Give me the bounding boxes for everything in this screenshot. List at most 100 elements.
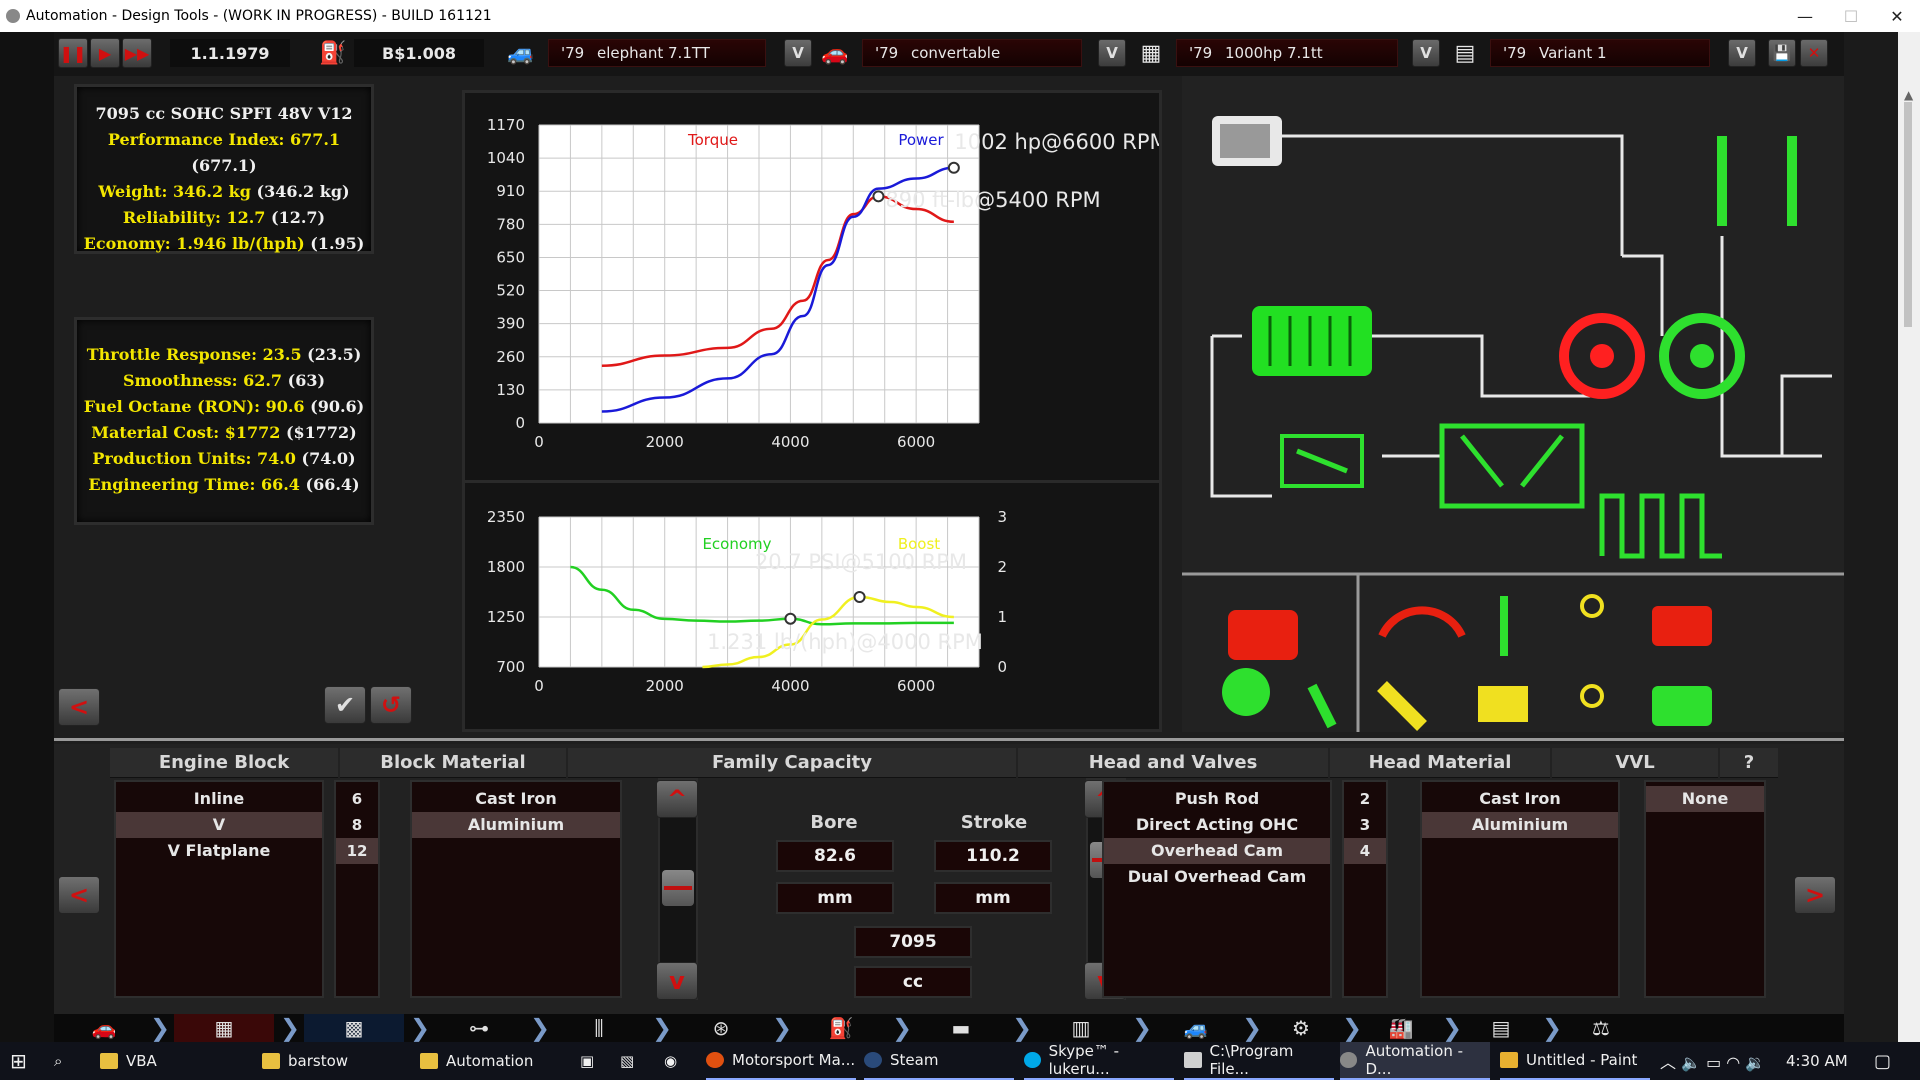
editor-next-button[interactable]: > — [1794, 876, 1836, 914]
car-trim-dropdown-button[interactable]: V — [1098, 39, 1126, 67]
nav-engine-family-icon[interactable]: ▦ — [174, 1014, 274, 1042]
peak-marker — [784, 612, 797, 625]
intercooler-icon — [1252, 306, 1372, 376]
engine-block-option[interactable]: V — [116, 812, 322, 838]
play-button[interactable]: ▶ — [90, 38, 120, 68]
bore-value: 82.6 — [776, 840, 894, 872]
undo-button[interactable]: ↺ — [370, 686, 412, 724]
engine-title: 7095 cc SOHC SPFI 48V V12 — [95, 104, 353, 123]
stat-fuel-octane: Fuel Octane (RON): 90.6 (90.6) — [83, 397, 365, 416]
nav-top-end-icon[interactable]: ⫼ — [554, 1014, 644, 1042]
car-model-dropdown-button[interactable]: V — [784, 39, 812, 67]
nav-engine-block-icon[interactable]: ▩ — [304, 1014, 404, 1042]
taskbar-chrome[interactable]: ◉ — [664, 1042, 694, 1080]
car-trim-select[interactable]: '79 convertable — [862, 39, 1082, 67]
x-tick-label: 0 — [534, 433, 544, 451]
folder-icon — [100, 1053, 118, 1069]
head-valves-option[interactable]: Dual Overhead Cam — [1104, 864, 1330, 890]
taskbar-item-skype[interactable]: Skype™ - lukeru... — [1024, 1042, 1174, 1080]
scrollbar[interactable]: ▲ — [1898, 32, 1920, 1042]
money-display: B$1.008 — [354, 39, 484, 67]
cylinder-count-list: 6 8 12 — [334, 780, 380, 998]
taskbar-item-barstow[interactable]: barstow — [262, 1042, 412, 1080]
y2-tick-label: 0 — [997, 658, 1007, 676]
annotation-label: 1.231 lb/(hph)@4000 RPM — [707, 630, 983, 654]
accept-button[interactable]: ✔ — [324, 686, 366, 724]
bore-slider-thumb[interactable] — [662, 870, 694, 906]
chevron-left-icon: < — [68, 881, 90, 909]
nav-exhaust-icon[interactable]: ▬ — [916, 1014, 1006, 1042]
y-tick-label: 2350 — [487, 508, 525, 526]
nav-test-icon[interactable]: ▥ — [1036, 1014, 1126, 1042]
bore-increase-button[interactable]: ^ — [656, 780, 698, 818]
back-button[interactable]: < — [58, 688, 100, 726]
head-material-option[interactable]: Cast Iron — [1422, 786, 1618, 812]
bore-decrease-button[interactable]: v — [656, 962, 698, 1000]
chrome-icon: ◉ — [664, 1052, 678, 1070]
head-valves-header: Head and Valves — [1018, 748, 1328, 778]
head-valves-option[interactable]: Overhead Cam — [1104, 838, 1330, 864]
taskbar-item-automation-app[interactable]: Automation - D... — [1340, 1042, 1490, 1080]
economy-boost-chart: 2350 1800 1250 700 0 2000 4000 6000 3 2 1 0 Economy B… — [462, 480, 1162, 732]
block-material-option[interactable]: Cast Iron — [412, 786, 620, 812]
start-button[interactable]: ⊞ — [10, 1042, 40, 1080]
search-button[interactable]: ⌕ — [54, 1042, 84, 1080]
cylinder-count-option[interactable]: 12 — [336, 838, 378, 864]
cylinder-count-option[interactable]: 8 — [336, 812, 378, 838]
fast-forward-button[interactable]: ▶▶ — [122, 38, 152, 68]
valves-count-option[interactable]: 2 — [1344, 786, 1386, 812]
nav-bottom-end-icon[interactable]: ⊶ — [434, 1014, 524, 1042]
head-valves-option[interactable]: Direct Acting OHC — [1104, 812, 1330, 838]
close-window-button[interactable]: ✕ — [1874, 0, 1920, 32]
x-tick-label: 6000 — [897, 433, 935, 451]
head-material-option[interactable]: Aluminium — [1422, 812, 1618, 838]
y-tick-label: 700 — [496, 658, 525, 676]
nav-trim-icon[interactable]: ⚙ — [1266, 1014, 1336, 1042]
valves-count-option[interactable]: 3 — [1344, 812, 1386, 838]
folder-icon — [420, 1053, 438, 1069]
engine-variant-dropdown-button[interactable]: V — [1728, 39, 1756, 67]
y-tick-label: 390 — [496, 315, 525, 333]
taskbar-item-paint[interactable]: Untitled - Paint — [1500, 1042, 1650, 1080]
firefox-icon — [706, 1052, 724, 1068]
checkmark-icon: ✔ — [334, 691, 356, 719]
cylinder-count-option[interactable]: 6 — [336, 786, 378, 812]
taskbar-item-steam[interactable]: Steam — [864, 1042, 1014, 1080]
close-designer-button[interactable]: ✕ — [1800, 39, 1828, 67]
taskbar-pinned-2[interactable]: ▧ — [620, 1042, 650, 1080]
car-model-select[interactable]: '79 elephant 7.1TT — [548, 39, 766, 67]
engine-block-option[interactable]: Inline — [116, 786, 322, 812]
torque-power-chart: 1170 1040 910 780 650 520 390 260 130 0 0 2000 4000 6… — [462, 90, 1168, 492]
nav-turbo-icon[interactable]: ⊛ — [676, 1014, 766, 1042]
engine-block-option[interactable]: V Flatplane — [116, 838, 322, 864]
y-tick-label: 1250 — [487, 608, 525, 626]
nav-car-icon[interactable]: 🚗 — [64, 1014, 144, 1042]
app-icon — [6, 9, 20, 23]
taskbar-pinned-1[interactable]: ▣ — [580, 1042, 610, 1080]
taskbar-item-vba[interactable]: VBA — [100, 1042, 250, 1080]
minimize-button[interactable]: — — [1782, 0, 1828, 32]
nav-car-body-icon[interactable]: 🚙 — [1156, 1014, 1236, 1042]
nav-fuel-icon[interactable]: ⛽ — [796, 1014, 886, 1042]
notification-center-button[interactable]: ▢ — [1874, 1042, 1904, 1080]
maximize-button[interactable]: ☐ — [1828, 0, 1874, 32]
taskbar-item-program-files[interactable]: C:\Program File... — [1184, 1042, 1334, 1080]
engine-variant-select[interactable]: '79 Variant 1 — [1490, 39, 1710, 67]
engine-family-dropdown-button[interactable]: V — [1412, 39, 1440, 67]
editor-prev-button[interactable]: < — [58, 876, 100, 914]
taskbar-item-automation-folder[interactable]: Automation — [420, 1042, 570, 1080]
taskbar-item-motorsport[interactable]: Motorsport Ma... — [706, 1042, 856, 1080]
window-title-bar: Automation - Design Tools - (WORK IN PRO… — [0, 0, 1920, 32]
block-material-option[interactable]: Aluminium — [412, 812, 620, 838]
engine-family-select[interactable]: '79 1000hp 7.1tt — [1176, 39, 1398, 67]
nav-market-icon[interactable]: ▤ — [1466, 1014, 1536, 1042]
head-valves-option[interactable]: Push Rod — [1104, 786, 1330, 812]
nav-compare-icon[interactable]: ⚖ — [1566, 1014, 1636, 1042]
valves-count-option[interactable]: 4 — [1344, 838, 1386, 864]
vvl-option[interactable]: None — [1646, 786, 1764, 812]
clock[interactable]: 4:30 AM — [1786, 1042, 1866, 1080]
help-button[interactable]: ? — [1720, 748, 1778, 778]
save-button[interactable]: 💾 — [1768, 39, 1796, 67]
nav-factory-icon[interactable]: 🏭 — [1366, 1014, 1436, 1042]
pause-button[interactable]: ❚❚ — [58, 38, 88, 68]
